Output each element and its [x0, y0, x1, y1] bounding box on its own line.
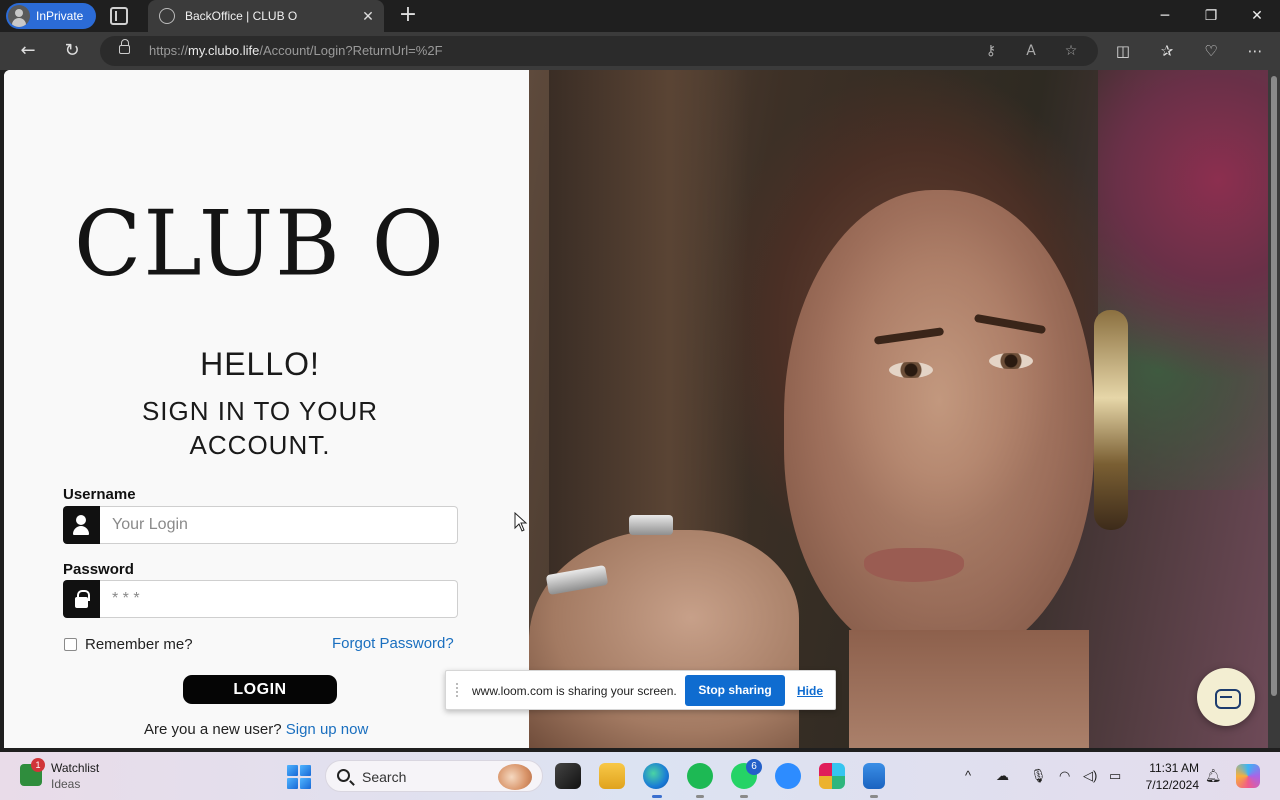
- wifi-icon[interactable]: ◠: [1059, 768, 1070, 784]
- lock-icon[interactable]: [119, 39, 130, 54]
- spotify-running-indicator: [696, 795, 704, 798]
- tab-close-icon[interactable]: ✕: [360, 8, 376, 24]
- inprivate-profile-button[interactable]: InPrivate: [6, 3, 96, 29]
- search-icon: [337, 769, 350, 782]
- copilot-icon[interactable]: [1236, 764, 1260, 788]
- search-highlight-icon: [498, 764, 532, 790]
- greeting: HELLO!: [200, 346, 320, 382]
- stop-sharing-button[interactable]: Stop sharing: [685, 675, 785, 706]
- volume-icon[interactable]: ◁): [1083, 768, 1097, 784]
- loom-sharing-bar: www.loom.com is sharing your screen. Sto…: [445, 670, 836, 710]
- new-user-text: Are you a new user?: [144, 721, 282, 738]
- split-screen-icon[interactable]: ◫: [1112, 40, 1134, 62]
- key-icon[interactable]: ⚷: [981, 41, 1001, 61]
- edge-active-indicator: [652, 795, 662, 798]
- show-hidden-icons-icon[interactable]: ^: [965, 768, 971, 783]
- username-field: [63, 506, 458, 544]
- notepad-running-indicator: [870, 795, 878, 798]
- new-user-prompt: Are you a new user? Sign up now: [144, 721, 368, 738]
- sign-up-link[interactable]: Sign up now: [286, 721, 369, 738]
- inprivate-label: InPrivate: [36, 9, 84, 23]
- spotify-icon[interactable]: [687, 763, 713, 789]
- password-field: [63, 580, 458, 618]
- edge-icon[interactable]: [643, 763, 669, 789]
- url-text[interactable]: https://my.clubo.life/Account/Login?Retu…: [149, 43, 443, 58]
- widget-title[interactable]: Watchlist: [51, 761, 99, 775]
- read-aloud-icon[interactable]: A: [1021, 41, 1041, 61]
- password-label: Password: [63, 561, 134, 578]
- clock-time: 11:31 AM: [1149, 761, 1199, 775]
- onedrive-icon[interactable]: ☁: [996, 768, 1009, 784]
- remember-me-checkbox[interactable]: [64, 638, 77, 651]
- user-icon: [63, 506, 100, 544]
- microphone-icon[interactable]: 🎙︎: [1030, 768, 1047, 784]
- system-clock[interactable]: 11:31 AM 7/12/2024: [1137, 760, 1199, 794]
- drag-handle-icon[interactable]: [456, 683, 462, 697]
- browser-toolbar: ← ↻ https://my.clubo.life/Account/Login?…: [0, 32, 1280, 70]
- sharing-message: www.loom.com is sharing your screen.: [472, 684, 677, 698]
- tab-title: BackOffice | CLUB O: [185, 9, 298, 23]
- favorite-star-icon[interactable]: ☆: [1061, 41, 1081, 61]
- minimize-icon[interactable]: ─: [1142, 0, 1188, 32]
- web-page: CLUB O HELLO! SIGN IN TO YOUR ACCOUNT. U…: [4, 70, 1268, 748]
- address-bar[interactable]: https://my.clubo.life/Account/Login?Retu…: [100, 36, 1098, 66]
- username-label: Username: [63, 486, 136, 503]
- notification-bell-icon[interactable]: 🔔︎: [1205, 768, 1222, 784]
- club-o-logo: CLUB O: [74, 190, 446, 297]
- tab-actions-icon[interactable]: [110, 7, 128, 25]
- slack-icon[interactable]: [819, 763, 845, 789]
- favorites-icon[interactable]: ✰: [1156, 40, 1178, 62]
- widget-badge: 1: [31, 758, 45, 772]
- start-button-icon[interactable]: [287, 765, 311, 789]
- file-explorer-icon[interactable]: [599, 763, 625, 789]
- chat-widget-icon[interactable]: [1197, 668, 1255, 726]
- whatsapp-badge: 6: [746, 759, 762, 775]
- hero-photo: [529, 70, 1268, 748]
- browser-tab-bar: InPrivate BackOffice | CLUB O ✕ + ─ ❐ ✕: [0, 0, 1280, 32]
- back-icon[interactable]: ←: [14, 37, 42, 65]
- login-button[interactable]: LOGIN: [183, 675, 337, 704]
- refresh-icon[interactable]: ↻: [58, 37, 86, 65]
- remember-me-label: Remember me?: [85, 636, 193, 653]
- restore-icon[interactable]: ❐: [1188, 0, 1234, 32]
- more-menu-icon[interactable]: ⋯: [1244, 40, 1266, 62]
- lock-icon: [63, 580, 100, 618]
- profile-avatar-icon: [8, 5, 30, 27]
- whatsapp-running-indicator: [740, 795, 748, 798]
- tab-favicon-icon: [159, 8, 175, 24]
- new-tab-icon[interactable]: +: [396, 4, 420, 28]
- widget-subtitle: Ideas: [51, 777, 81, 791]
- zoom-icon[interactable]: [775, 763, 801, 789]
- username-input[interactable]: [100, 506, 458, 544]
- remember-me[interactable]: Remember me?: [64, 636, 193, 653]
- battery-icon[interactable]: ▭: [1109, 768, 1121, 784]
- page-scrollbar[interactable]: [1268, 70, 1280, 748]
- notepad-icon[interactable]: [863, 763, 885, 789]
- forgot-password-link[interactable]: Forgot Password?: [332, 635, 454, 652]
- browser-essentials-icon[interactable]: ♡: [1200, 40, 1222, 62]
- hide-button[interactable]: Hide: [797, 684, 823, 698]
- windows-taskbar: 1 Watchlist Ideas Search 6 ^ ☁ 🎙︎ ◠ ◁) ▭…: [0, 752, 1280, 800]
- sign-in-heading: SIGN IN TO YOUR ACCOUNT.: [141, 396, 379, 460]
- window-close-icon[interactable]: ✕: [1234, 0, 1280, 32]
- password-input[interactable]: [100, 580, 458, 618]
- clock-date: 7/12/2024: [1145, 778, 1199, 792]
- scrollbar-thumb[interactable]: [1271, 76, 1277, 696]
- search-label: Search: [362, 769, 407, 785]
- earring: [1094, 310, 1128, 530]
- login-panel: CLUB O HELLO! SIGN IN TO YOUR ACCOUNT. U…: [4, 70, 529, 748]
- taskbar-search[interactable]: Search: [325, 760, 543, 792]
- active-tab[interactable]: BackOffice | CLUB O ✕: [148, 0, 384, 32]
- task-view-icon[interactable]: [555, 763, 581, 789]
